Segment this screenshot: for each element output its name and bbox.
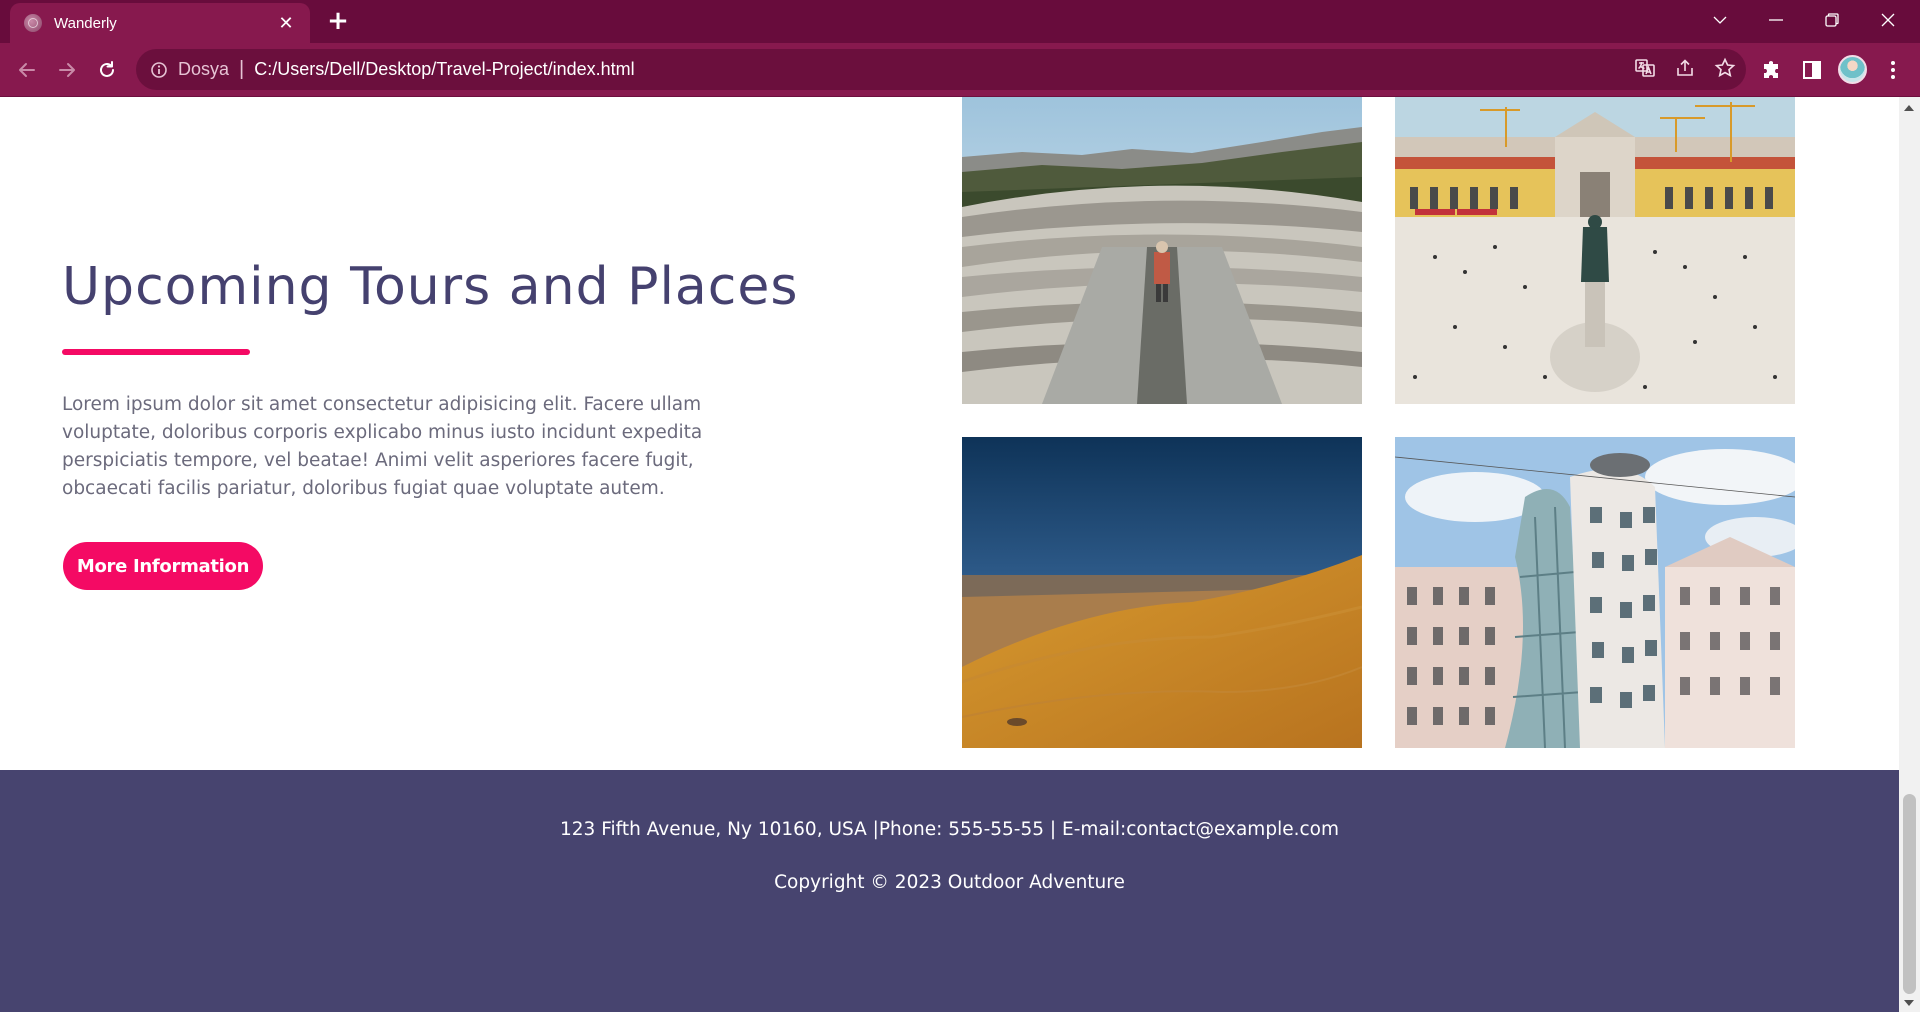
address-bar[interactable]: Dosya | C:/Users/Dell/Desktop/Travel-Pro…: [136, 49, 1746, 90]
new-tab-button[interactable]: +: [323, 6, 353, 36]
url-scheme-label: Dosya: [178, 59, 230, 79]
tab-search-icon[interactable]: [1692, 0, 1748, 40]
translate-icon[interactable]: [1634, 57, 1656, 83]
url-text[interactable]: C:/Users/Dell/Desktop/Travel-Project/ind…: [254, 59, 634, 80]
profile-avatar[interactable]: [1838, 55, 1867, 84]
globe-icon: [24, 14, 42, 32]
gallery-image-desert: [962, 437, 1362, 748]
section-heading: Upcoming Tours and Places: [62, 257, 799, 317]
gallery-image-city-square: [1395, 97, 1795, 404]
section-description: Lorem ipsum dolor sit amet consectetur a…: [62, 394, 703, 499]
browser-toolbar: Dosya | C:/Users/Dell/Desktop/Travel-Pro…: [0, 43, 1920, 97]
gallery-image-dancing-house: [1395, 437, 1795, 748]
extensions-puzzle-icon[interactable]: [1758, 56, 1786, 84]
close-tab-icon[interactable]: ✕: [276, 13, 296, 34]
minimize-button[interactable]: [1748, 0, 1804, 40]
page-viewport: Upcoming Tours and Places Lorem ipsum do…: [0, 97, 1899, 1012]
scroll-up-arrow-icon[interactable]: [1904, 105, 1914, 111]
scroll-down-arrow-icon[interactable]: [1904, 1000, 1914, 1006]
url-separator: |: [239, 58, 245, 80]
share-icon[interactable]: [1674, 57, 1696, 83]
reload-button[interactable]: [93, 56, 121, 84]
browser-tab-bar: Wanderly ✕ +: [0, 0, 1920, 43]
page-scrollbar[interactable]: [1899, 97, 1920, 1012]
more-information-button[interactable]: More Information: [63, 542, 263, 590]
close-window-button[interactable]: [1860, 0, 1916, 40]
bookmark-star-icon[interactable]: [1714, 57, 1736, 83]
scroll-thumb[interactable]: [1903, 794, 1916, 994]
heading-underline: [62, 349, 250, 355]
gallery-image-amphitheater: [962, 97, 1362, 404]
browser-menu-icon[interactable]: [1879, 56, 1907, 84]
restore-button[interactable]: [1804, 0, 1860, 40]
browser-tab[interactable]: Wanderly ✕: [10, 3, 310, 43]
side-panel-icon[interactable]: [1798, 56, 1826, 84]
forward-button[interactable]: [53, 56, 81, 84]
info-icon[interactable]: [150, 61, 168, 79]
back-button[interactable]: [13, 56, 41, 84]
footer-copyright: Copyright © 2023 Outdoor Adventure: [774, 872, 1125, 893]
tab-title: Wanderly: [54, 14, 117, 32]
footer-contact-info: 123 Fifth Avenue, Ny 10160, USA |Phone: …: [560, 819, 1339, 840]
site-footer: 123 Fifth Avenue, Ny 10160, USA |Phone: …: [0, 770, 1899, 1012]
